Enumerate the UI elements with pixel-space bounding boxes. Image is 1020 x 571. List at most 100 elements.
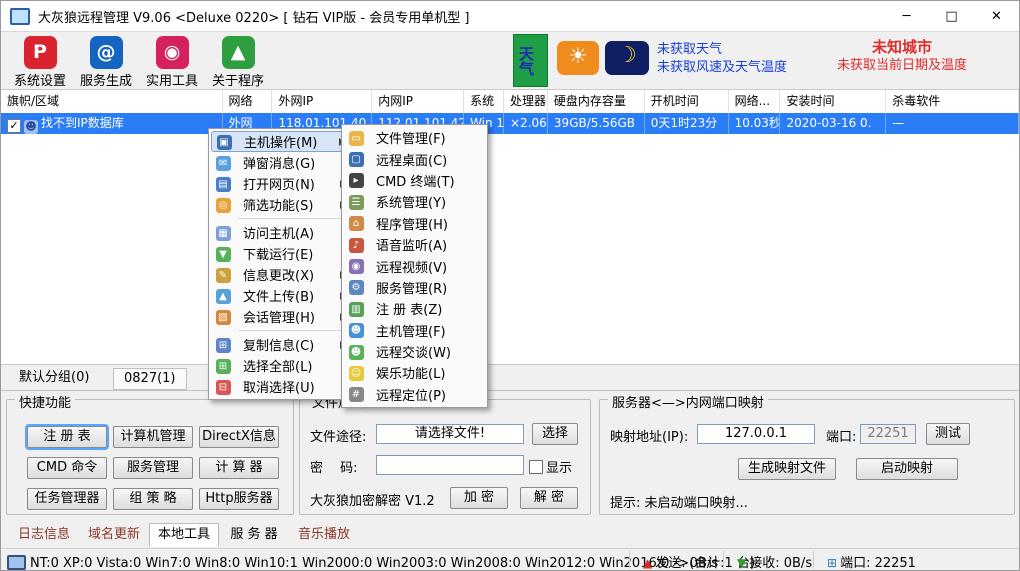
group-tab-2[interactable]: 0827(1) (113, 368, 187, 390)
menu-item-label: 语音监听(A) (368, 235, 447, 254)
start-mapping-button[interactable]: 启动映射 (856, 458, 958, 480)
column-header[interactable]: 系统 (464, 90, 504, 113)
context-menu-item-6[interactable]: ▼下载运行(E) (211, 243, 349, 264)
column-header[interactable]: 安装时间 (780, 90, 886, 113)
select-file-button[interactable]: 选择 (532, 423, 578, 445)
column-header[interactable]: 内网IP (372, 90, 464, 113)
file-manager-icon: ▭ (344, 130, 368, 146)
send-status: ▲发送: 0B/s (643, 552, 718, 571)
toolbar-button-1[interactable]: P系统设置 (7, 36, 73, 89)
column-header[interactable]: 网络 (223, 90, 273, 113)
submenu-item-8[interactable]: ⚙服务管理(R) (344, 277, 485, 298)
quick-button-8[interactable]: 组 策 略 (113, 488, 193, 510)
group-tab-1[interactable]: 默认分组(0) (9, 368, 99, 388)
menu-item-label: 娱乐功能(L) (368, 363, 445, 382)
column-header[interactable]: 网络... (729, 90, 781, 113)
submenu-item-11[interactable]: ☻远程交谈(W) (344, 341, 485, 362)
column-header[interactable]: 硬盘内存容量 (548, 90, 645, 113)
bottom-panels: 快捷功能 注 册 表计算机管理DirectX信息CMD 命令服务管理计 算 器任… (1, 392, 1019, 519)
row-cell: 10.03秒 (729, 113, 781, 134)
context-menu-item-3[interactable]: ▤打开网页(N) (211, 173, 349, 194)
quick-button-5[interactable]: 服务管理 (113, 457, 193, 479)
row-cell: 2020-03-16 0. (780, 113, 886, 134)
column-header[interactable]: 杀毒软件 (886, 90, 1019, 113)
quick-button-4[interactable]: CMD 命令 (27, 457, 107, 479)
edit-info-icon: ✎ (211, 267, 235, 283)
submenu-item-2[interactable]: ▢远程桌面(C) (344, 148, 485, 169)
submenu-item-6[interactable]: ♪语音监听(A) (344, 234, 485, 255)
toolbar-button-2[interactable]: @服务生成 (73, 36, 139, 89)
quick-button-1[interactable]: 注 册 表 (27, 426, 107, 448)
test-button[interactable]: 测试 (926, 423, 970, 445)
submenu-item-9[interactable]: ▥注 册 表(Z) (344, 298, 485, 319)
quick-button-6[interactable]: 计 算 器 (199, 457, 279, 479)
file-path-field[interactable]: 请选择文件! (376, 424, 524, 444)
submenu-item-13[interactable]: #远程定位(P) (344, 384, 485, 405)
column-header[interactable]: 处理器 (504, 90, 548, 113)
context-menu-item-10[interactable]: ⊞复制信息(C) (211, 334, 349, 355)
submenu-item-3[interactable]: ▸CMD 终端(T) (344, 170, 485, 191)
submenu-item-1[interactable]: ▭文件管理(F) (344, 127, 485, 148)
program-manage-icon: ⌂ (349, 216, 364, 231)
submenu-item-5[interactable]: ⌂程序管理(H) (344, 213, 485, 234)
tab-3[interactable]: 本地工具 (149, 523, 219, 547)
context-menu-item-1[interactable]: ▣主机操作(M) (211, 131, 349, 152)
tab-4[interactable]: 服 务 器 (219, 523, 289, 547)
toolbar-button-4[interactable]: ▲关于程序 (205, 36, 271, 89)
context-menu-item-2[interactable]: ✉弹窗消息(G) (211, 152, 349, 173)
password-field[interactable] (376, 455, 524, 475)
open-webpage-icon: ▤ (211, 176, 235, 192)
maximize-button[interactable]: □ (929, 1, 974, 31)
menu-item-label: 打开网页(N) (235, 174, 315, 193)
toolbar-button-3[interactable]: ◉实用工具 (139, 36, 205, 89)
context-menu-item-8[interactable]: ▲文件上传(B) (211, 285, 349, 306)
city-name: 未知城市 (791, 37, 1013, 57)
host-cell[interactable]: ✓☻找不到IP数据库 (1, 113, 223, 134)
close-button[interactable]: ✕ (974, 1, 1019, 31)
quick-button-7[interactable]: 任务管理器 (27, 488, 107, 510)
tab-1[interactable]: 日志信息 (9, 523, 79, 547)
map-ip-field[interactable]: 127.0.0.1 (697, 424, 815, 444)
port-label: 端口: (826, 426, 856, 445)
column-header[interactable]: 开机时间 (645, 90, 729, 113)
show-password-checkbox[interactable]: 显示 (529, 457, 572, 476)
quick-button-9[interactable]: Http服务器 (199, 488, 279, 510)
quick-button-2[interactable]: 计算机管理 (113, 426, 193, 448)
moon-icon[interactable]: ☽ (605, 41, 649, 75)
submenu-item-4[interactable]: ☰系统管理(Y) (344, 191, 485, 212)
row-checkbox[interactable]: ✓ (7, 119, 21, 133)
submenu-item-10[interactable]: ☻主机管理(F) (344, 320, 485, 341)
context-menu-item-9[interactable]: ▧会话管理(H) (211, 306, 349, 327)
encrypt-brand: 大灰狼加密解密 V1.2 (310, 490, 435, 509)
port-field[interactable]: 22251 (860, 424, 916, 444)
encrypt-button[interactable]: 加 密 (450, 487, 508, 509)
menu-item-label: 取消选择(U) (235, 377, 315, 396)
context-menu-item-7[interactable]: ✎信息更改(X) (211, 264, 349, 285)
tab-5[interactable]: 音乐播放 (289, 523, 359, 547)
context-menu-item-12[interactable]: ⊟ 取消选择(U) (211, 376, 349, 397)
menu-item-label: 文件管理(F) (368, 128, 446, 147)
minimize-button[interactable]: ─ (884, 1, 929, 31)
port-status-label: 端口: 22251 (840, 556, 916, 571)
port-mapping-panel: 服务器<—>内网端口映射 映射地址(IP): 127.0.0.1 端口: 222… (599, 399, 1015, 515)
quick-button-3[interactable]: DirectX信息 (199, 426, 279, 448)
tab-2[interactable]: 域名更新 (79, 523, 149, 547)
deselect-icon: ⊟ (216, 380, 231, 395)
recv-label: 接收: 0B/s (749, 556, 812, 571)
context-menu-item-4[interactable]: ◎筛选功能(S) (211, 194, 349, 215)
context-menu-item-11[interactable]: ⊞选择全部(L) (211, 355, 349, 376)
sun-icon[interactable]: ☀ (557, 41, 599, 75)
session-icon: ▧ (216, 310, 231, 325)
bottom-tabstrip: 日志信息域名更新本地工具服 务 器音乐播放 (1, 519, 1019, 549)
generate-mapping-button[interactable]: 生成映射文件 (738, 458, 836, 480)
remote-desktop-icon: ▢ (349, 152, 364, 167)
menu-item-label: 主机管理(F) (368, 321, 446, 340)
remote-video-icon: ◉ (349, 259, 364, 274)
column-header[interactable]: 外网IP (272, 90, 372, 113)
submenu-item-7[interactable]: ◉远程视频(V) (344, 255, 485, 276)
column-header[interactable]: 旗帜/区域 (1, 90, 223, 113)
submenu-item-12[interactable]: ☺娱乐功能(L) (344, 362, 485, 383)
context-menu-item-5[interactable]: ▦访问主机(A) (211, 222, 349, 243)
decrypt-button[interactable]: 解 密 (520, 487, 578, 509)
host-row[interactable]: ✓☻找不到IP数据库外网118.01.101.40112.01.101.42Wi… (1, 113, 1019, 134)
